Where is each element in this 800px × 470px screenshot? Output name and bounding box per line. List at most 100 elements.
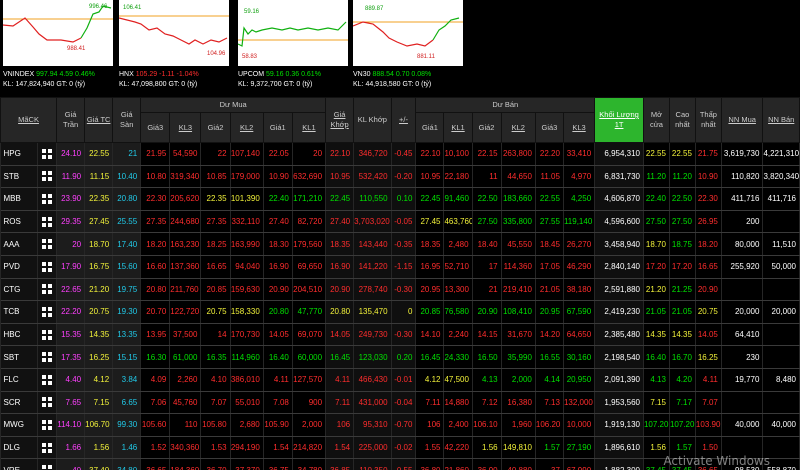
total-volume-cell: 4,606,870: [594, 187, 644, 211]
col-header-buy-price2[interactable]: Giá2: [200, 112, 231, 143]
ref-cell: 18.70: [84, 232, 114, 256]
symbol-cell[interactable]: SBT: [0, 345, 39, 369]
symbol-menu-button[interactable]: [37, 210, 58, 234]
col-header-change[interactable]: +/-: [390, 97, 417, 143]
col-header-match-price[interactable]: Giá Khớp: [325, 97, 355, 143]
symbol-cell[interactable]: ROS: [0, 210, 39, 234]
table-row[interactable]: CTG 22.65 21.20 19.75 20.80 211,760 20.85 159,6…: [0, 278, 800, 302]
table-row[interactable]: MBB 23.90 22.35 20.80 22.30 205,620 22.35 101,3…: [0, 187, 800, 211]
symbol-menu-button[interactable]: [37, 232, 58, 256]
buy-price1-cell: 20.80: [263, 300, 293, 324]
col-header-buy-price1[interactable]: Giá1: [262, 112, 293, 143]
col-header-foreign-sell[interactable]: NN Bán: [762, 97, 800, 143]
col-header-match-vol[interactable]: KL Khớp: [353, 97, 392, 143]
symbol-cell[interactable]: MWG: [0, 413, 39, 437]
table-row[interactable]: AAA 20 18.70 17.40 18.20 163,230 18.25 163,990 1…: [0, 232, 800, 256]
table-row[interactable]: TCB 22.20 20.75 19.30 20.70 122,720 20.75 158,3…: [0, 300, 800, 324]
col-header-buy-vol3[interactable]: KL3: [169, 112, 202, 143]
symbol-menu-button[interactable]: [37, 255, 58, 279]
sell-vol1-cell: 463,760: [443, 210, 473, 234]
symbol-menu-button[interactable]: [37, 165, 58, 189]
high-cell: 18.75: [669, 232, 696, 256]
total-volume-cell: 1,896,610: [594, 436, 644, 460]
sell-vol1-cell: 21,860: [443, 458, 473, 470]
symbol-cell[interactable]: VRE: [0, 458, 39, 470]
symbol-menu-button[interactable]: [37, 187, 58, 211]
symbol-cell[interactable]: CTG: [0, 278, 39, 302]
match-price-cell: 18.35: [325, 232, 355, 256]
symbol-cell[interactable]: PVD: [0, 255, 39, 279]
table-row[interactable]: STB 11.90 11.15 10.40 10.80 319,340 10.85 179,0…: [0, 165, 800, 189]
symbol-menu-button[interactable]: [37, 278, 58, 302]
symbol-cell[interactable]: FLC: [0, 368, 39, 392]
match-price-cell: 106: [325, 413, 355, 437]
index-panel-vnindex[interactable]: 996.46 988.41 VNINDEX 997.94 4.59 0.46% …: [3, 0, 120, 90]
col-header-buy-vol2[interactable]: KL2: [229, 112, 264, 143]
table-row[interactable]: MWG 114.10 106.70 99.30 105.60 110 105.80 2,680…: [0, 413, 800, 437]
table-row[interactable]: SBT 17.35 16.25 15.15 16.30 61,000 16.35 114,96…: [0, 345, 800, 369]
col-header-sell-price2[interactable]: Giá2: [471, 112, 502, 143]
col-header-open[interactable]: Mở cửa: [642, 97, 670, 143]
symbol-menu-button[interactable]: [37, 391, 58, 415]
intraday-line-chart: 106.41 104.96: [119, 5, 229, 57]
buy-price1-cell: 18.30: [263, 232, 293, 256]
grid-icon: [42, 374, 53, 385]
table-row[interactable]: ROS 29.35 27.45 25.55 27.35 244,680 27.35 332,1…: [0, 210, 800, 234]
low-cell: 18.20: [695, 232, 722, 256]
index-pct: 0.61%: [301, 71, 321, 78]
symbol-menu-button[interactable]: [37, 323, 58, 347]
symbol-menu-button[interactable]: [37, 413, 58, 437]
index-chart-vnindex[interactable]: 996.46 988.41: [3, 0, 113, 66]
col-header-foreign-buy[interactable]: NN Mua: [720, 97, 764, 143]
col-header-buy-vol1[interactable]: KL1: [291, 112, 327, 143]
col-header-sell-price1[interactable]: Giá1: [415, 112, 445, 143]
symbol-cell[interactable]: SCR: [0, 391, 39, 415]
table-row[interactable]: FLC 4.40 4.12 3.84 4.09 2,260 4.10 386,010 4.11 1…: [0, 368, 800, 392]
col-header-buy-price3[interactable]: Giá3: [140, 112, 171, 143]
symbol-cell[interactable]: HPG: [0, 142, 39, 166]
symbol-menu-button[interactable]: [37, 436, 58, 460]
symbol-cell[interactable]: DLG: [0, 436, 39, 460]
col-header-ceiling[interactable]: Giá Trần: [56, 97, 86, 143]
symbol-cell[interactable]: TCB: [0, 300, 39, 324]
col-header-floor[interactable]: Giá Sàn: [112, 97, 142, 143]
match-vol-cell: 95,310: [353, 413, 392, 437]
symbol-menu-button[interactable]: [37, 368, 58, 392]
change-cell: 0: [391, 300, 417, 324]
symbol-menu-button[interactable]: [37, 458, 58, 470]
buy-vol2-cell: 159,630: [230, 278, 264, 302]
col-header-sell-price3[interactable]: Giá3: [534, 112, 564, 143]
index-name: VN30: [353, 71, 371, 78]
index-chart-vn30[interactable]: 889.87 881.11: [353, 0, 463, 66]
col-header-symbol[interactable]: MãCK: [0, 97, 58, 143]
index-panel-hnx[interactable]: 106.41 104.96 HNX 105.29 -1.11 -1.04% KL…: [119, 0, 236, 90]
table-row[interactable]: HPG 24.10 22.55 21 21.95 54,590 22 107,140 22.05…: [0, 142, 800, 166]
sell-price1-cell: 7.11: [415, 391, 445, 415]
foreign-sell-cell: 8,480: [762, 368, 800, 392]
col-header-ref[interactable]: Giá TC: [84, 97, 114, 143]
symbol-cell[interactable]: MBB: [0, 187, 39, 211]
symbol-cell[interactable]: AAA: [0, 232, 39, 256]
index-name: VNINDEX: [3, 71, 35, 78]
col-header-total-volume[interactable]: Khối Lượng 1T: [594, 97, 644, 143]
col-header-sell-vol3[interactable]: KL3: [562, 112, 596, 143]
col-header-sell-vol1[interactable]: KL1: [443, 112, 473, 143]
table-row[interactable]: PVD 17.90 16.75 15.60 16.60 137,360 16.65 94,04…: [0, 255, 800, 279]
col-header-low[interactable]: Thấp nhất: [694, 97, 722, 143]
table-row[interactable]: HBC 15.35 14.35 13.35 13.95 37,500 14 170,730 14…: [0, 323, 800, 347]
open-cell: 16.40: [643, 345, 670, 369]
grid-icon: [42, 171, 53, 182]
symbol-menu-button[interactable]: [37, 142, 58, 166]
index-panel-upcom[interactable]: 59.16 58.83 UPCOM 59.16 0.36 0.61% KL: 9…: [238, 0, 355, 90]
col-header-high[interactable]: Cao nhất: [668, 97, 696, 143]
symbol-cell[interactable]: STB: [0, 165, 39, 189]
index-chart-hnx[interactable]: 106.41 104.96: [119, 0, 229, 66]
symbol-menu-button[interactable]: [37, 345, 58, 369]
symbol-menu-button[interactable]: [37, 300, 58, 324]
symbol-cell[interactable]: HBC: [0, 323, 39, 347]
index-panel-vn30[interactable]: 889.87 881.11 VN30 888.54 0.70 0.08% KL:…: [353, 0, 470, 90]
table-row[interactable]: SCR 7.65 7.15 6.65 7.06 45,760 7.07 55,010 7.08 9…: [0, 391, 800, 415]
col-header-sell-vol2[interactable]: KL2: [500, 112, 536, 143]
buy-vol1-cell: 60,000: [292, 345, 327, 369]
index-chart-upcom[interactable]: 59.16 58.83: [238, 0, 348, 66]
